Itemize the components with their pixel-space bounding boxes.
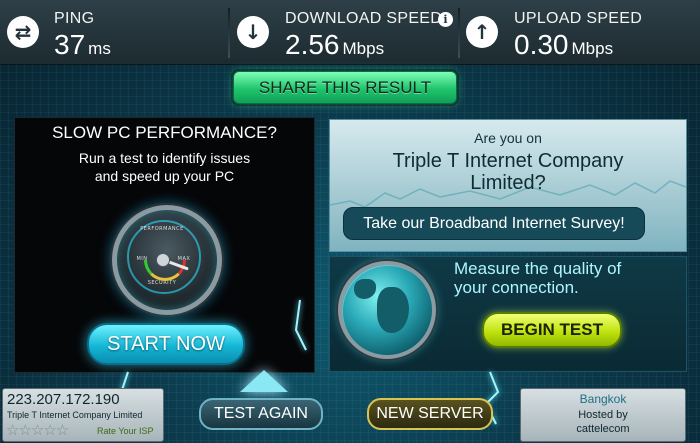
isp-line1: Triple T Internet Company	[392, 150, 624, 172]
isp-survey-panel: Are you on Triple T Internet Company Lim…	[329, 119, 687, 252]
download-label: DOWNLOAD SPEED	[285, 10, 443, 27]
host-name: cattelecom	[576, 423, 630, 435]
ad-title: SLOW PC PERFORMANCE?	[52, 123, 277, 142]
hosted-by-label: Hosted by	[578, 409, 628, 421]
stats-bar: ⇄ PING 37 ms ↓ DOWNLOAD SPEED i 2.56 Mbps …	[0, 0, 700, 65]
survey-question: Are you on	[474, 130, 542, 146]
gauge-top-label: PERFORMANCE	[140, 226, 184, 232]
ping-label: PING	[54, 10, 95, 27]
rate-isp-link[interactable]: Rate Your ISP	[97, 426, 154, 436]
gauge-hub	[156, 253, 170, 267]
isp-name: Triple T Internet Company Limited	[7, 410, 143, 420]
ad-subtitle-line1: Run a test to identify issues	[78, 150, 251, 166]
ip-address: 223.207.172.190	[7, 391, 120, 408]
ping-arrows-icon: ⇄	[7, 16, 39, 48]
performance-gauge-icon: PERFORMANCE MIN MAX SECURITY	[112, 205, 222, 315]
bottom-bar: 223.207.172.190 Triple T Internet Compan…	[0, 386, 700, 443]
rating-stars-icon[interactable]: ☆☆☆☆☆	[6, 421, 69, 439]
server-info-box: Bangkok Hosted by cattelecom	[520, 388, 686, 442]
share-result-button[interactable]: SHARE THIS RESULT	[233, 71, 457, 104]
upload-value: 0.30 Mbps	[514, 29, 614, 60]
new-server-button[interactable]: NEW SERVER	[367, 398, 493, 430]
ping-value: 37 ms	[54, 29, 111, 60]
globe-sweep	[342, 265, 432, 355]
download-value: 2.56 Mbps	[285, 29, 385, 60]
server-city[interactable]: Bangkok	[521, 392, 685, 406]
ad-subtitle: Run a test to identify issues and speed …	[15, 149, 314, 185]
test-again-button[interactable]: TEST AGAIN	[199, 398, 323, 430]
download-arrow-icon: ↓	[237, 16, 269, 48]
speedtest-result-screen: ⇄ PING 37 ms ↓ DOWNLOAD SPEED i 2.56 Mbps …	[0, 0, 700, 443]
info-icon[interactable]: i	[438, 12, 453, 27]
measure-line2: your connection.	[454, 278, 579, 297]
upload-arrow-icon: ↑	[466, 16, 498, 48]
survey-isp-name: Triple T Internet Company Limited?	[330, 150, 686, 194]
start-now-button[interactable]: START NOW	[87, 323, 245, 365]
ping-stat: ⇄ PING 37 ms	[0, 0, 228, 64]
pc-performance-ad[interactable]: SLOW PC PERFORMANCE? Run a test to ident…	[14, 117, 315, 373]
measure-text: Measure the quality of your connection.	[454, 259, 679, 297]
upload-stat: ↑ UPLOAD SPEED 0.30 Mbps	[460, 0, 700, 64]
ad-subtitle-line2: and speed up your PC	[94, 168, 235, 184]
client-info-box: 223.207.172.190 Triple T Internet Compan…	[2, 388, 164, 442]
begin-test-button[interactable]: BEGIN TEST	[482, 312, 622, 348]
measure-line1: Measure the quality of	[454, 259, 622, 278]
upload-label: UPLOAD SPEED	[514, 10, 643, 27]
isp-line2: Limited?	[470, 172, 546, 194]
broadband-survey-button[interactable]: Take our Broadband Internet Survey!	[343, 207, 645, 240]
globe-radar-icon	[338, 261, 436, 359]
measure-quality-panel: Measure the quality of your connection. …	[329, 256, 687, 372]
download-stat: ↓ DOWNLOAD SPEED i 2.56 Mbps	[230, 0, 458, 64]
